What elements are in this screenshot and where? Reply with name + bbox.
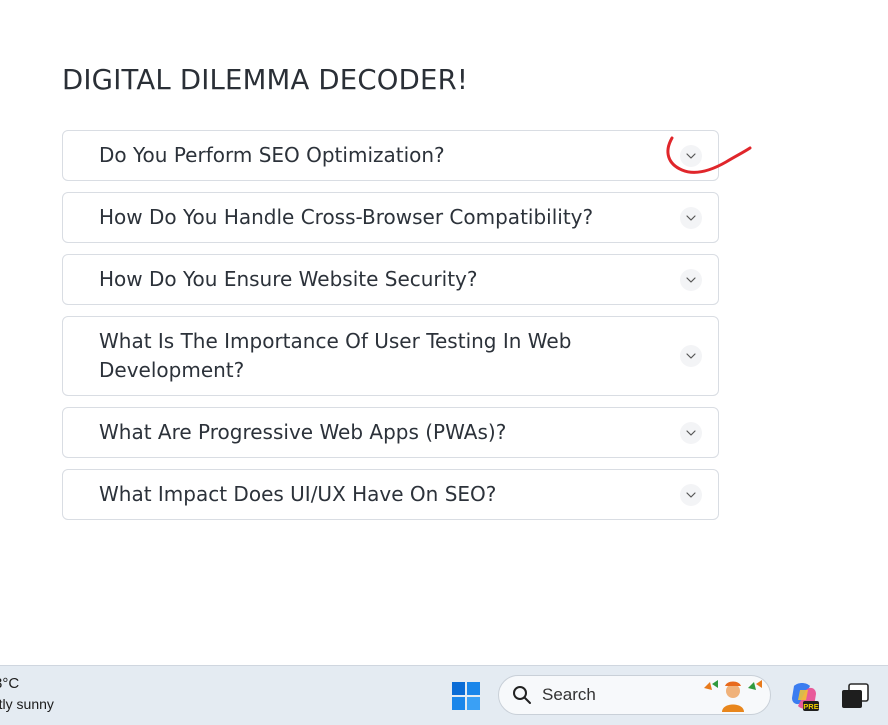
faq-item-user-testing[interactable]: What Is The Importance Of User Testing I… <box>62 316 719 396</box>
windows-start-icon[interactable] <box>450 680 482 712</box>
faq-question: What Impact Does UI/UX Have On SEO? <box>99 482 497 506</box>
faq-item-seo-optimization[interactable]: Do You Perform SEO Optimization? <box>62 130 719 181</box>
faq-item-cross-browser[interactable]: How Do You Handle Cross-Browser Compatib… <box>62 192 719 243</box>
faq-question: How Do You Ensure Website Security? <box>99 267 478 291</box>
weather-widget[interactable]: 3°C rtly sunny <box>0 674 54 714</box>
copilot-icon[interactable]: PRE <box>788 680 820 712</box>
chevron-down-icon[interactable] <box>680 483 702 506</box>
faq-question: How Do You Handle Cross-Browser Compatib… <box>99 205 594 229</box>
faq-item-pwas[interactable]: What Are Progressive Web Apps (PWAs)? <box>62 407 719 458</box>
taskbar: 3°C rtly sunny Search PRE <box>0 665 888 725</box>
faq-item-ui-ux-seo[interactable]: What Impact Does UI/UX Have On SEO? <box>62 469 719 520</box>
faq-question: Do You Perform SEO Optimization? <box>99 143 445 167</box>
copilot-pre-badge: PRE <box>803 702 818 711</box>
page-title: DIGITAL DILEMMA DECODER! <box>62 64 469 96</box>
faq-item-website-security[interactable]: How Do You Ensure Website Security? <box>62 254 719 305</box>
search-label: Search <box>542 685 596 704</box>
weather-condition: rtly sunny <box>0 696 54 712</box>
search-highlight-illustration-icon <box>704 680 762 712</box>
faq-question: What Is The Importance Of User Testing I… <box>99 329 572 382</box>
chevron-down-icon[interactable] <box>680 144 702 167</box>
chevron-down-icon[interactable] <box>680 206 702 229</box>
faq-question: What Are Progressive Web Apps (PWAs)? <box>99 420 507 444</box>
chevron-down-icon[interactable] <box>680 421 702 444</box>
taskview-app-icon[interactable] <box>840 682 870 710</box>
weather-temperature: 3°C <box>0 675 20 692</box>
search-icon <box>513 686 531 704</box>
chevron-down-icon[interactable] <box>680 345 702 367</box>
taskbar-search-box[interactable]: Search <box>498 675 771 715</box>
faq-list: Do You Perform SEO Optimization? How Do … <box>62 130 719 531</box>
chevron-down-icon[interactable] <box>680 268 702 291</box>
